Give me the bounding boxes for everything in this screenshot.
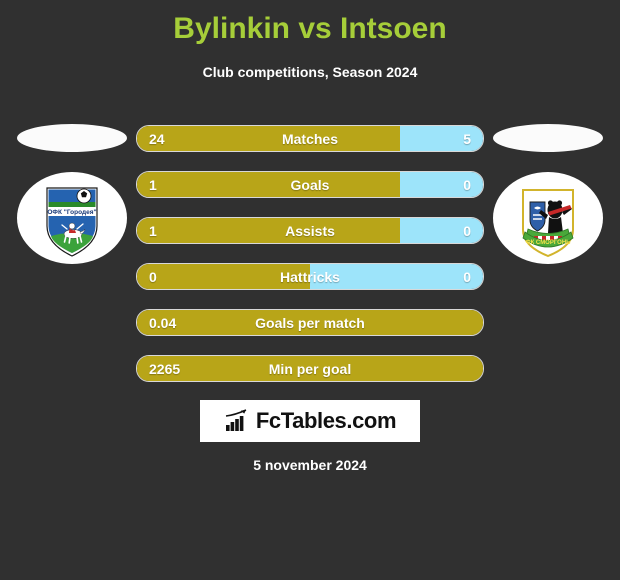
away-crest-shadow-oval [493, 124, 603, 152]
stat-row-assists: 1 Assists 0 [136, 217, 484, 244]
stat-row-min-per-goal: 2265 Min per goal [136, 355, 484, 382]
stat-bar-home-segment [137, 218, 400, 243]
stat-row-goals: 1 Goals 0 [136, 171, 484, 198]
stat-bar-home-segment [137, 126, 400, 151]
stat-bar-home-segment [137, 310, 483, 335]
stats-bar-list: 24 Matches 5 1 Goals 0 1 Assists 0 0 Hat… [136, 125, 484, 401]
stat-bar-track [136, 309, 484, 336]
stat-bar-home-segment [137, 356, 483, 381]
fctables-logo[interactable]: FcTables.com [200, 400, 420, 442]
svg-text:ОФК "Городея": ОФК "Городея" [47, 209, 96, 216]
infographic-page: Bylinkin vs Intsoen Club competitions, S… [0, 0, 620, 580]
home-crest-shadow-oval [17, 124, 127, 152]
away-crest-icon: ФК СМОРГОНЬ [522, 189, 574, 258]
stat-bar-track [136, 125, 484, 152]
home-club-crest[interactable]: ОФК "Городея" [17, 172, 127, 264]
svg-text:ФК СМОРГОНЬ: ФК СМОРГОНЬ [525, 240, 571, 246]
fctables-logo-text: FcTables.com [255, 408, 397, 433]
bar-chart-growth-icon [225, 409, 247, 431]
stat-bar-away-segment [399, 172, 483, 197]
footer-date: 5 november 2024 [253, 457, 367, 473]
stat-bar-home-segment [137, 172, 400, 197]
stat-bar-away-segment [399, 126, 483, 151]
stat-row-hattricks: 0 Hattricks 0 [136, 263, 484, 290]
stat-bar-track [136, 263, 484, 290]
stat-bar-track [136, 355, 484, 382]
page-title: Bylinkin vs Intsoen [173, 12, 447, 45]
home-crest-icon: ОФК "Городея" [46, 187, 98, 257]
stat-bar-track [136, 171, 484, 198]
away-crest-oval: ФК СМОРГОНЬ [493, 172, 603, 264]
page-subtitle: Club competitions, Season 2024 [202, 64, 418, 80]
stat-row-goals-per-match: 0.04 Goals per match [136, 309, 484, 336]
stat-bar-home-segment [137, 264, 310, 289]
stat-bar-track [136, 217, 484, 244]
home-crest-oval: ОФК "Городея" [17, 172, 127, 264]
away-club-crest[interactable]: ФК СМОРГОНЬ [493, 172, 603, 264]
stat-row-matches: 24 Matches 5 [136, 125, 484, 152]
stat-bar-away-segment [399, 218, 483, 243]
stat-bar-away-segment [310, 264, 483, 289]
